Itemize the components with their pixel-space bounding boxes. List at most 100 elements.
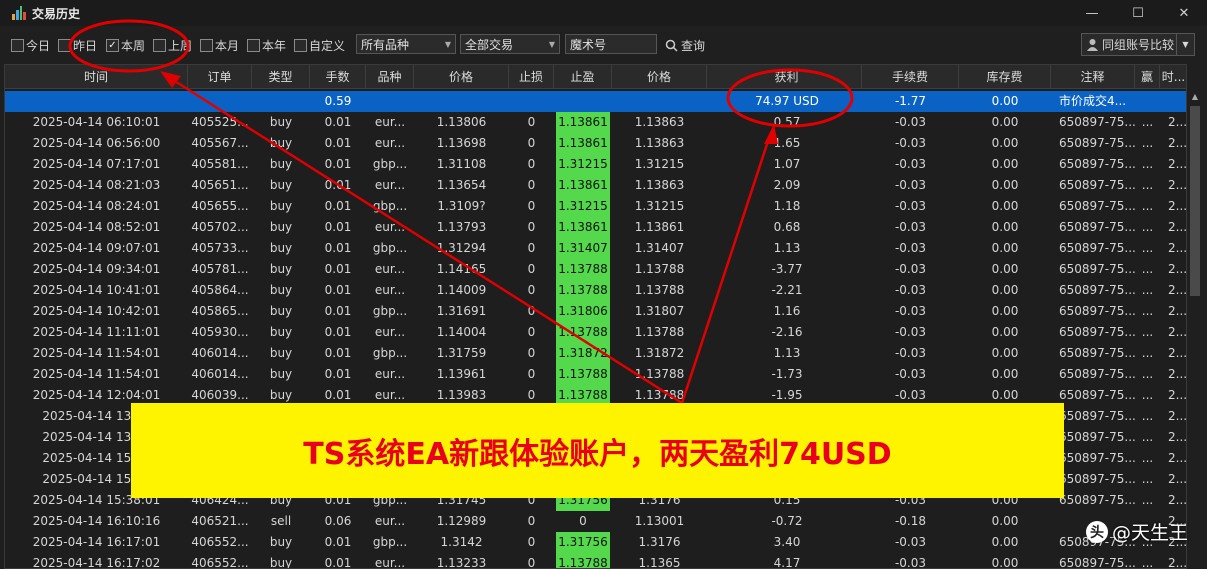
table-row[interactable]: 2025-04-14 09:34:01 405781... buy 0.01 eur..… xyxy=(5,259,1186,280)
filter-this-month[interactable]: 本月 xyxy=(200,37,239,54)
checkmark-icon[interactable]: ✓ xyxy=(106,39,119,52)
cell-time2: 2... xyxy=(1168,472,1187,486)
cell-swap: 0.00 xyxy=(991,346,1019,360)
cell-stop-loss: 0 xyxy=(527,136,536,150)
cell-swap: 0.00 xyxy=(991,115,1019,129)
cell-symbol: gbp... xyxy=(372,304,408,318)
cell-symbol: eur... xyxy=(374,178,406,192)
table-row[interactable]: 2025-04-14 16:10:16 406521... sell 0.06 eur.… xyxy=(5,511,1186,532)
cell-close-price: 1.31215 xyxy=(634,157,685,171)
filter-today[interactable]: 今日 xyxy=(11,37,50,54)
table-row[interactable]: 2025-04-14 16:17:01 406552... buy 0.01 gbp..… xyxy=(5,532,1186,553)
table-row[interactable]: 2025-04-14 11:54:01 406014... buy 0.01 gbp..… xyxy=(5,343,1186,364)
chevron-down-icon: ▼ xyxy=(548,39,555,49)
cell-stop-loss: 0 xyxy=(527,241,536,255)
column-header-commission[interactable]: 手续费 xyxy=(862,65,959,89)
trade-type-select[interactable]: 全部交易 ▼ xyxy=(460,34,560,54)
cell-symbol: eur... xyxy=(374,283,406,297)
scroll-up-icon[interactable]: ▲ xyxy=(1187,90,1203,104)
cell-time2 xyxy=(1160,91,1186,112)
cell-order: 405655... xyxy=(191,199,249,213)
filter-custom[interactable]: 自定义 xyxy=(294,37,345,54)
cell-close-price: 1.3176 xyxy=(638,535,681,549)
table-row[interactable]: 2025-04-14 11:54:01 406014... buy 0.01 eur..… xyxy=(5,364,1186,385)
cell-stop-loss: 0 xyxy=(527,220,536,234)
cell-win: ... xyxy=(1141,136,1154,150)
column-header-swap[interactable]: 库存费 xyxy=(959,65,1051,89)
table-row[interactable]: 2025-04-14 06:56:00 405567... buy 0.01 eur..… xyxy=(5,133,1186,154)
vertical-scrollbar[interactable]: ▲ xyxy=(1187,64,1203,569)
column-header-close-price[interactable]: 价格 xyxy=(612,65,707,89)
magic-number-input[interactable]: 魔术号 xyxy=(565,34,657,54)
checkbox-icon[interactable] xyxy=(153,39,166,52)
cell-win: ... xyxy=(1141,262,1154,276)
column-header-comment[interactable]: 注释 xyxy=(1051,65,1135,89)
cell-order: 406014... xyxy=(191,367,249,381)
checkbox-icon[interactable] xyxy=(294,39,307,52)
filter-last-week[interactable]: 上周 xyxy=(153,37,192,54)
table-row[interactable]: 2025-04-14 10:42:01 405865... buy 0.01 gbp..… xyxy=(5,301,1186,322)
cell-profit: -3.77 xyxy=(771,262,803,276)
cell-type: buy xyxy=(269,220,293,234)
close-button[interactable]: ✕ xyxy=(1161,0,1207,26)
table-row[interactable]: 2025-04-14 16:17:02 406552... buy 0.01 eur..… xyxy=(5,553,1186,569)
checkbox-icon[interactable] xyxy=(200,39,213,52)
column-header-lots[interactable]: 手数 xyxy=(310,65,366,89)
cell-take-profit: 1.13788 xyxy=(556,322,610,343)
maximize-button[interactable]: ☐ xyxy=(1115,0,1161,26)
filter-this-week[interactable]: ✓ 本周 xyxy=(106,37,145,54)
minimize-button[interactable]: — xyxy=(1069,0,1115,26)
table-row[interactable]: 2025-04-14 11:11:01 405930... buy 0.01 eur..… xyxy=(5,322,1186,343)
cell-swap: 0.00 xyxy=(991,304,1019,318)
column-header-time[interactable]: 时间 xyxy=(5,65,188,89)
cell-type: buy xyxy=(269,178,293,192)
scroll-thumb[interactable] xyxy=(1190,106,1200,296)
column-header-win[interactable]: 赢 xyxy=(1135,65,1160,89)
compare-accounts-button[interactable]: 同组账号比较 ▼ xyxy=(1081,33,1195,56)
column-header-time2[interactable]: 时... xyxy=(1160,65,1186,89)
column-header-price[interactable]: 价格 xyxy=(414,65,509,89)
cell-win: ... xyxy=(1141,556,1154,569)
cell-stop-loss: 0 xyxy=(527,199,536,213)
cell-profit: -1.73 xyxy=(771,367,803,381)
table-header: 时间 订单 类型 手数 品种 价格 止损 止盈 价格 获利 手续费 库存费 注释赢时... xyxy=(5,65,1186,89)
table-row[interactable]: 2025-04-14 07:17:01 405581... buy 0.01 gbp..… xyxy=(5,154,1186,175)
table-row[interactable]: 2025-04-14 08:52:01 405702... buy 0.01 eur..… xyxy=(5,217,1186,238)
cell-time2: 2... xyxy=(1168,367,1187,381)
table-row[interactable]: 2025-04-14 06:10:01 405525... buy 0.01 eur..… xyxy=(5,112,1186,133)
table-row[interactable]: 2025-04-14 08:24:01 405655... buy 0.01 gbp..… xyxy=(5,196,1186,217)
column-header-symbol[interactable]: 品种 xyxy=(366,65,414,89)
table-row[interactable]: 2025-04-14 10:41:01 405864... buy 0.01 eur..… xyxy=(5,280,1186,301)
symbol-select[interactable]: 所有品种 ▼ xyxy=(356,34,456,54)
cell-profit: 2.09 xyxy=(773,178,801,192)
column-header-order[interactable]: 订单 xyxy=(188,65,252,89)
filter-yesterday[interactable]: 昨日 xyxy=(58,37,97,54)
cell-comment: 650897-75... xyxy=(1059,199,1135,213)
column-header-profit[interactable]: 获利 xyxy=(712,65,862,89)
checkbox-icon[interactable] xyxy=(247,39,260,52)
cell-order: 406552... xyxy=(191,535,249,549)
checkbox-icon[interactable] xyxy=(58,39,71,52)
cell-order: 405525... xyxy=(191,115,249,129)
filter-this-year[interactable]: 本年 xyxy=(247,37,286,54)
column-header-stop-loss[interactable]: 止损 xyxy=(509,65,554,89)
cell-price: 1.3142 xyxy=(440,535,483,549)
cell-type: sell xyxy=(270,514,292,528)
cell-symbol: eur... xyxy=(374,115,406,129)
chevron-down-icon[interactable]: ▼ xyxy=(1176,34,1194,55)
cell-comment: 650897-75... xyxy=(1059,556,1135,569)
cell-stop-loss: 0 xyxy=(527,346,536,360)
cell-order: 405702... xyxy=(191,220,249,234)
checkbox-icon[interactable] xyxy=(11,39,24,52)
query-button[interactable]: 查询 xyxy=(665,37,705,54)
cell-commission: -0.03 xyxy=(894,136,927,150)
cell-take-profit xyxy=(554,91,612,112)
cell-win: ... xyxy=(1141,388,1154,402)
table-row[interactable]: 2025-04-14 09:07:01 405733... buy 0.01 gbp..… xyxy=(5,238,1186,259)
chart-icon xyxy=(12,6,26,20)
summary-row[interactable]: 0.59 74.97 USD -1.77 0.00 市价成交4... xyxy=(5,91,1186,112)
column-header-type[interactable]: 类型 xyxy=(252,65,310,89)
column-header-take-profit[interactable]: 止盈 xyxy=(554,65,612,89)
cell-close-price: 1.13861 xyxy=(634,220,685,234)
table-row[interactable]: 2025-04-14 08:21:03 405651... buy 0.01 eur..… xyxy=(5,175,1186,196)
